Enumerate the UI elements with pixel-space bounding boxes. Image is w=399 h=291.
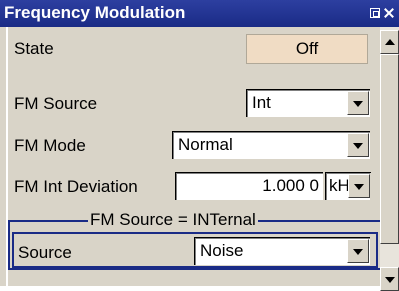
fm-mode-value: Normal — [178, 135, 233, 154]
restore-icon[interactable] — [370, 8, 380, 18]
source-value: Noise — [200, 241, 244, 260]
scrollbar-thumb[interactable] — [380, 54, 399, 244]
fm-source-select[interactable]: Int — [246, 89, 370, 117]
fm-int-deviation-unit-dropdown[interactable] — [347, 172, 371, 200]
chevron-down-icon[interactable] — [347, 239, 369, 263]
fm-source-label: FM Source — [14, 94, 98, 113]
fm-int-deviation-input[interactable]: 1.000 0 — [175, 172, 323, 200]
window-title: Frequency Modulation — [4, 3, 186, 22]
fm-source-value: Int — [252, 93, 271, 112]
source-label: Source — [18, 243, 72, 262]
close-icon[interactable] — [384, 8, 394, 18]
scroll-down-icon[interactable] — [380, 267, 399, 291]
groupbox-title: FM Source = INTernal — [88, 210, 258, 229]
frequency-modulation-window: Frequency Modulation State Off FM Source… — [0, 0, 399, 291]
chevron-down-icon[interactable] — [348, 174, 370, 198]
scroll-up-icon[interactable] — [380, 30, 399, 54]
vertical-scrollbar[interactable] — [380, 27, 399, 291]
chevron-down-icon[interactable] — [347, 133, 369, 157]
state-toggle-button[interactable]: Off — [246, 34, 368, 64]
source-select[interactable]: Noise — [194, 237, 370, 265]
fm-mode-select[interactable]: Normal — [172, 131, 370, 159]
chevron-down-icon[interactable] — [347, 91, 369, 115]
fm-mode-label: FM Mode — [14, 136, 86, 155]
state-label: State — [14, 39, 54, 58]
title-bar: Frequency Modulation — [0, 0, 399, 27]
fm-int-deviation-label: FM Int Deviation — [14, 177, 138, 196]
